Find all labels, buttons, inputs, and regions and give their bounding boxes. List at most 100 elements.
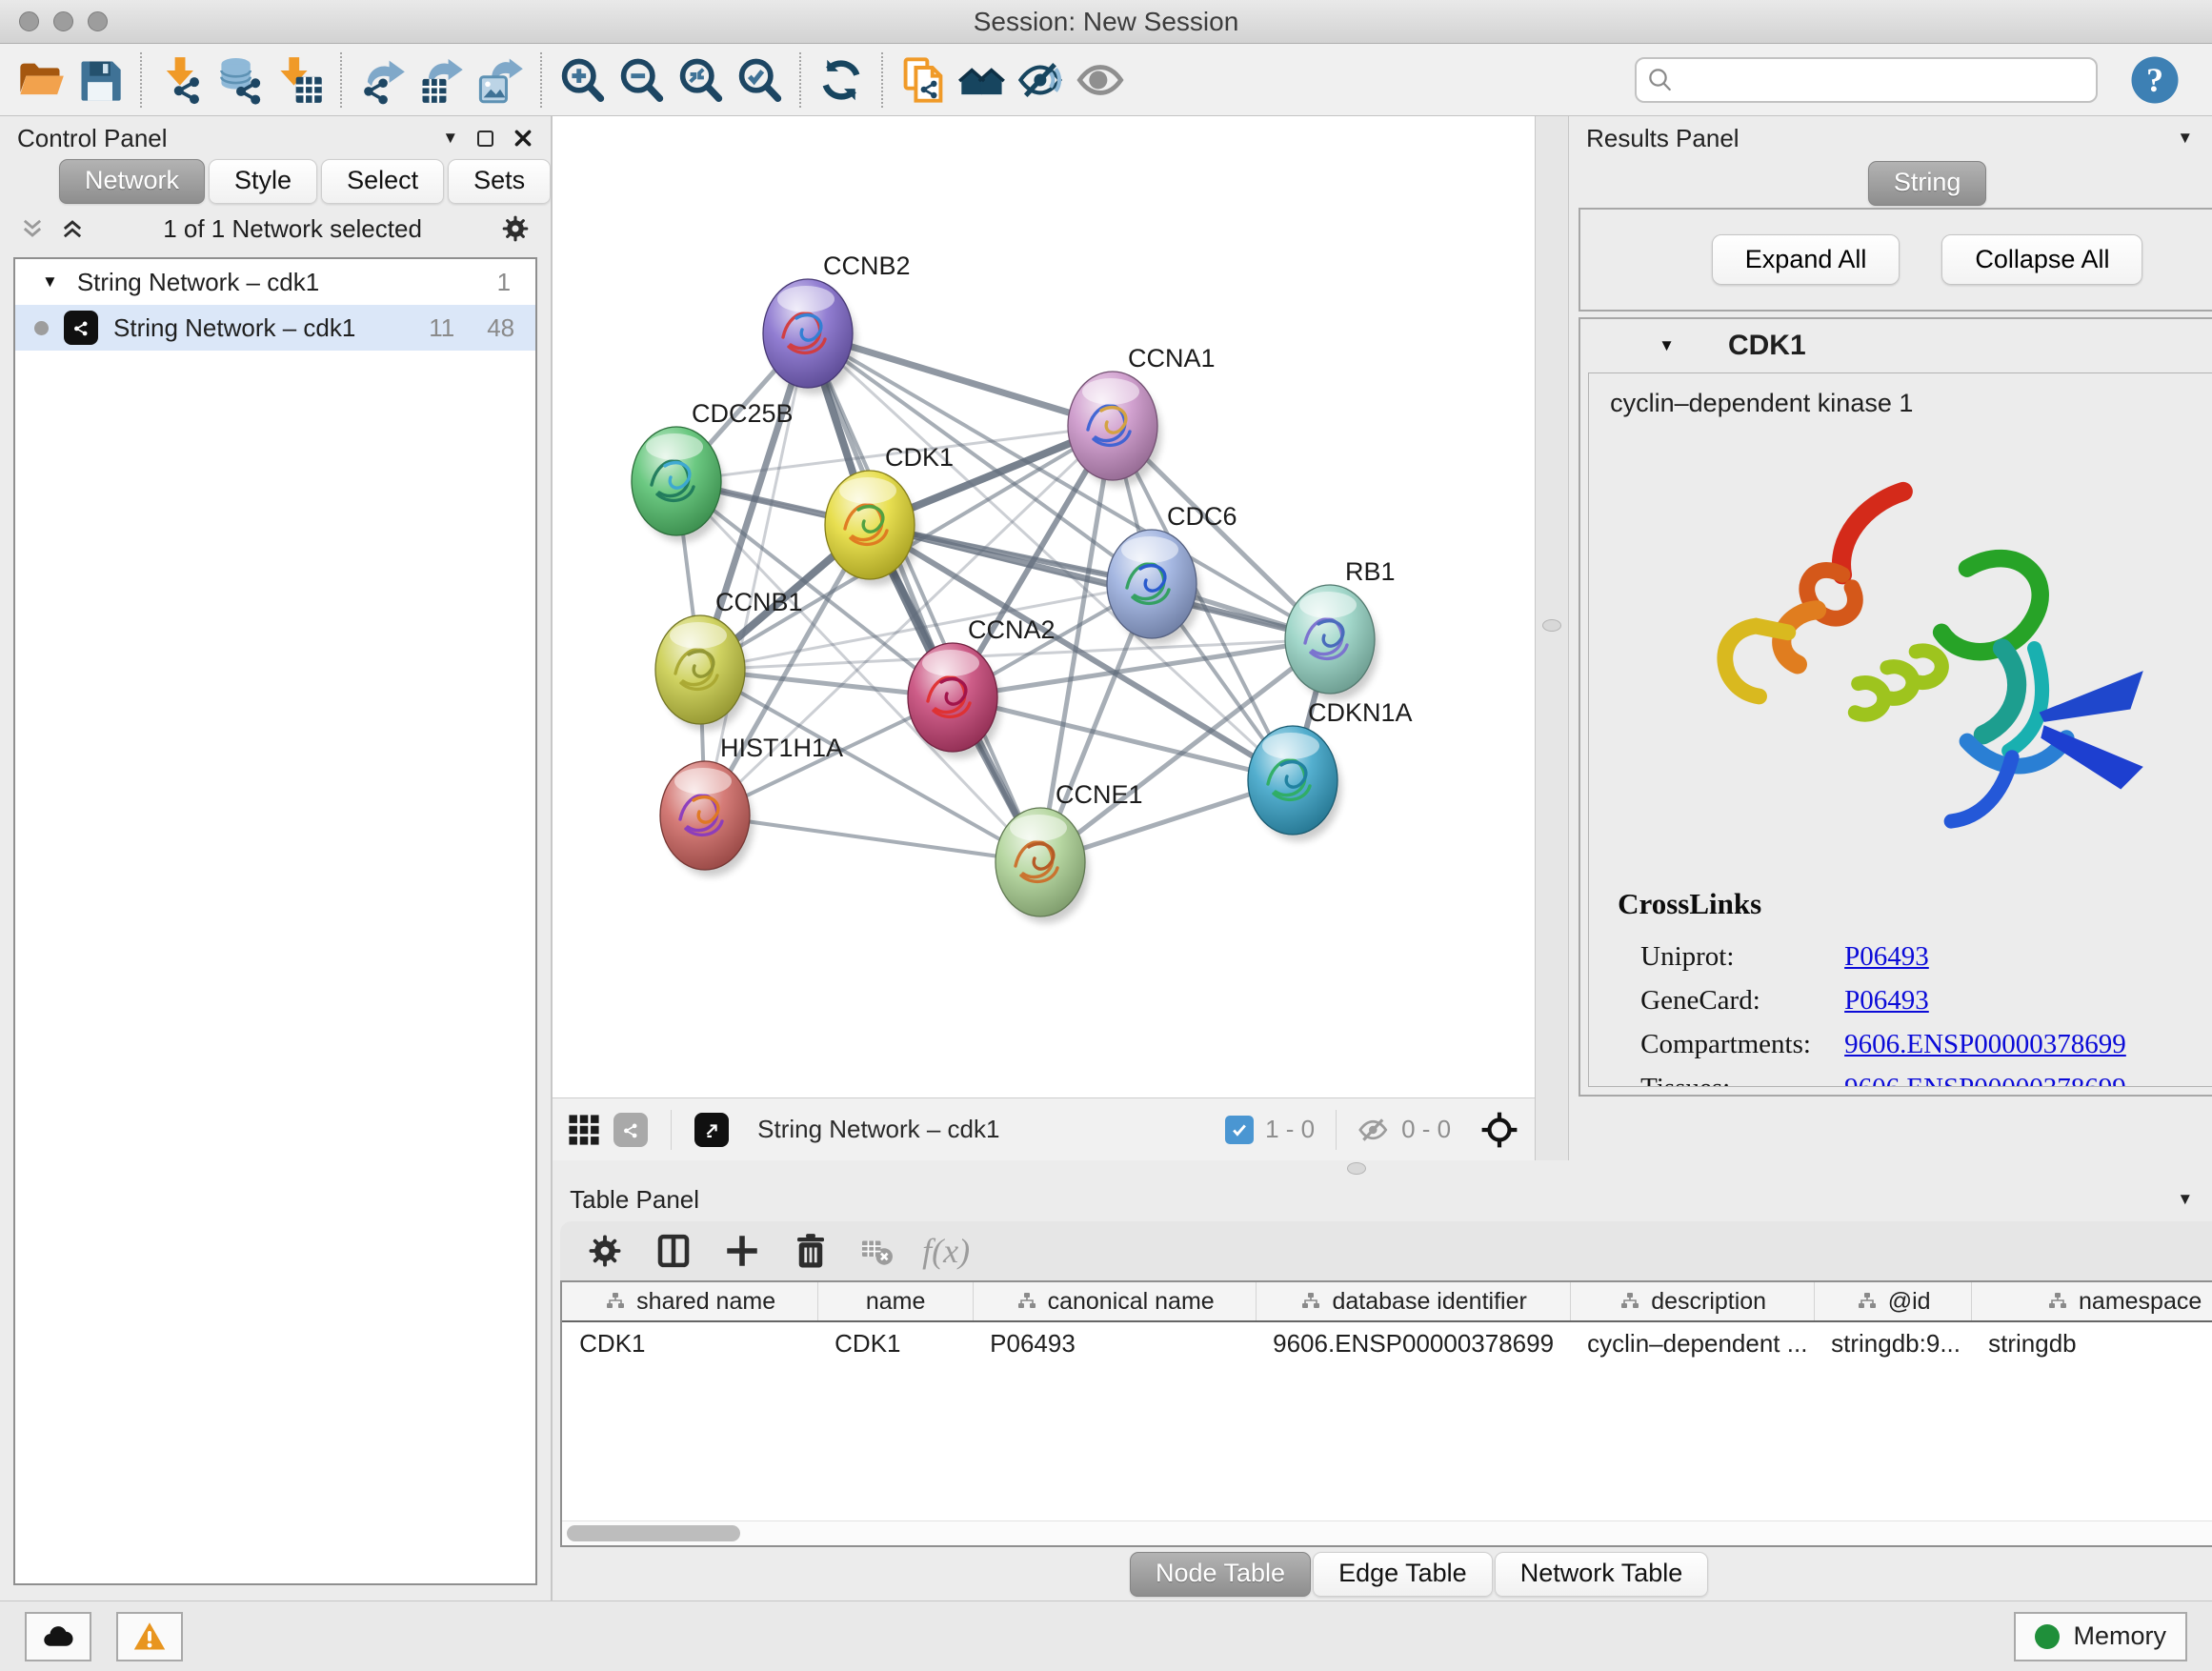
import-network-icon bbox=[157, 55, 207, 105]
network-node-CCNB2[interactable]: CCNB2 bbox=[763, 252, 911, 394]
control-panel-tabs: NetworkStyleSelectSets bbox=[0, 160, 551, 204]
warning-icon bbox=[132, 1620, 167, 1654]
status-bar: Memory bbox=[0, 1601, 2212, 1671]
zoom-in-icon bbox=[557, 55, 607, 105]
crosslink-link[interactable]: 9606.ENSP00000378699 bbox=[1844, 1073, 2126, 1088]
table-panel: Table Panel ▼ bbox=[553, 1178, 2212, 1601]
zoom-selected-button[interactable] bbox=[730, 50, 789, 111]
eye-icon bbox=[1076, 55, 1125, 105]
collapse-all-button[interactable]: Collapse All bbox=[1941, 234, 2142, 285]
edge-count: 48 bbox=[487, 313, 514, 343]
show-columns-icon[interactable] bbox=[654, 1231, 694, 1271]
hide-selected-button[interactable] bbox=[1012, 50, 1071, 111]
export-image-button[interactable] bbox=[471, 50, 530, 111]
expand-all-icon[interactable] bbox=[59, 215, 86, 242]
table-hscrollbar[interactable] bbox=[562, 1520, 2212, 1545]
network-node-RB1[interactable]: RB1 bbox=[1285, 557, 1396, 700]
entry-disclosure-icon[interactable]: ▼ bbox=[1659, 336, 1675, 355]
right-splitter[interactable] bbox=[1535, 116, 1569, 1160]
crosslink-link[interactable]: P06493 bbox=[1844, 941, 1929, 973]
grid-view-icon[interactable] bbox=[568, 1114, 600, 1146]
expand-all-button[interactable]: Expand All bbox=[1712, 234, 1900, 285]
tab-sets[interactable]: Sets bbox=[448, 159, 551, 204]
network-edge[interactable] bbox=[808, 333, 1040, 862]
panel-menu-icon[interactable]: ▼ bbox=[2177, 129, 2193, 148]
collapse-all-icon[interactable] bbox=[19, 215, 46, 242]
cloud-button[interactable] bbox=[25, 1612, 91, 1661]
add-column-icon[interactable] bbox=[722, 1231, 762, 1271]
crosslink-link[interactable]: 9606.ENSP00000378699 bbox=[1844, 1029, 2126, 1060]
network-edge[interactable] bbox=[705, 815, 1040, 862]
search-input[interactable] bbox=[1682, 66, 2063, 93]
toolbar-separator bbox=[140, 52, 142, 108]
network-canvas[interactable]: CCNB2 CCNA1 CDC25B CDK1 bbox=[553, 116, 1535, 1097]
zoom-fit-button[interactable] bbox=[671, 50, 730, 111]
network-node-HIST1H1A[interactable]: HIST1H1A bbox=[660, 734, 843, 876]
column-header-name[interactable]: name bbox=[817, 1282, 973, 1320]
gear-icon[interactable] bbox=[499, 212, 532, 245]
float-panel-icon[interactable] bbox=[477, 131, 493, 147]
import-network-database-button[interactable] bbox=[211, 50, 271, 111]
import-network-file-button[interactable] bbox=[152, 50, 211, 111]
main-toolbar: ? bbox=[0, 44, 2212, 116]
export-table-button[interactable] bbox=[412, 50, 471, 111]
first-neighbors-button[interactable] bbox=[953, 50, 1012, 111]
save-session-button[interactable] bbox=[70, 50, 130, 111]
delete-column-trash-icon[interactable] bbox=[791, 1231, 831, 1271]
tab-string[interactable]: String bbox=[1868, 161, 1987, 206]
node-count: 11 bbox=[429, 313, 454, 343]
column-header-namespace[interactable]: namespace bbox=[1971, 1282, 2212, 1320]
save-icon bbox=[75, 55, 125, 105]
tab-network-table[interactable]: Network Table bbox=[1495, 1552, 1709, 1597]
network-node-CCNB1[interactable]: CCNB1 bbox=[655, 588, 803, 731]
help-button[interactable]: ? bbox=[2128, 53, 2182, 107]
table-cell: 9606.ENSP00000378699 bbox=[1256, 1322, 1570, 1364]
selected-checkbox-icon[interactable] bbox=[1225, 1116, 1254, 1144]
zoom-in-button[interactable] bbox=[553, 50, 612, 111]
memory-button[interactable]: Memory bbox=[2014, 1612, 2187, 1661]
zoom-out-button[interactable] bbox=[612, 50, 671, 111]
export-table-icon bbox=[416, 55, 466, 105]
network-row-selected[interactable]: String Network – cdk1 11 48 bbox=[15, 305, 535, 351]
clone-network-button[interactable] bbox=[894, 50, 953, 111]
tab-style[interactable]: Style bbox=[209, 159, 317, 204]
open-session-button[interactable] bbox=[11, 50, 70, 111]
splitter-handle[interactable] bbox=[1347, 1162, 1366, 1175]
network-node-CDKN1A[interactable]: CDKN1A bbox=[1248, 698, 1413, 841]
tab-select[interactable]: Select bbox=[321, 159, 444, 204]
network-node-CCNE1[interactable]: CCNE1 bbox=[995, 780, 1143, 923]
warnings-button[interactable] bbox=[116, 1612, 183, 1661]
table-settings-gear-icon[interactable] bbox=[585, 1231, 625, 1271]
show-all-button[interactable] bbox=[1071, 50, 1130, 111]
column-header-@id[interactable]: @id bbox=[1814, 1282, 1971, 1320]
crosslink-link[interactable]: P06493 bbox=[1844, 985, 1929, 1017]
network-node-CCNA1[interactable]: CCNA1 bbox=[1068, 344, 1216, 487]
tab-node-table[interactable]: Node Table bbox=[1130, 1552, 1311, 1597]
column-header-canonical-name[interactable]: canonical name bbox=[973, 1282, 1256, 1320]
function-builder-icon: f(x) bbox=[922, 1231, 970, 1271]
panel-menu-icon[interactable]: ▼ bbox=[442, 129, 458, 148]
birdseye-crosshair-icon[interactable] bbox=[1479, 1110, 1519, 1150]
entry-header[interactable]: ▼ CDK1 bbox=[1580, 319, 2212, 372]
network-edge[interactable] bbox=[870, 525, 1330, 639]
splitter-handle[interactable] bbox=[1542, 619, 1561, 632]
scrollbar-thumb[interactable] bbox=[567, 1525, 740, 1541]
table-row[interactable]: CDK1CDK1P064939606.ENSP00000378699cyclin… bbox=[562, 1322, 2212, 1364]
tab-network[interactable]: Network bbox=[59, 159, 205, 204]
export-network-button[interactable] bbox=[352, 50, 412, 111]
horizontal-splitter[interactable] bbox=[553, 1160, 2212, 1178]
panel-menu-icon[interactable]: ▼ bbox=[2177, 1190, 2193, 1209]
import-table-file-button[interactable] bbox=[271, 50, 330, 111]
close-panel-icon[interactable] bbox=[513, 128, 533, 149]
column-header-shared-name[interactable]: shared name bbox=[562, 1282, 817, 1320]
column-header-description[interactable]: description bbox=[1570, 1282, 1814, 1320]
collection-disclosure-icon[interactable]: ▼ bbox=[42, 272, 58, 292]
column-header-database-identifier[interactable]: database identifier bbox=[1256, 1282, 1570, 1320]
network-badge-icon[interactable] bbox=[613, 1113, 648, 1147]
tab-edge-table[interactable]: Edge Table bbox=[1313, 1552, 1493, 1597]
crosslink-row: GeneCard:P06493 bbox=[1618, 978, 2212, 1022]
network-collection-row[interactable]: ▼ String Network – cdk1 1 bbox=[15, 259, 535, 305]
crosslink-row: Compartments:9606.ENSP00000378699 bbox=[1618, 1022, 2212, 1066]
detach-view-icon[interactable] bbox=[694, 1113, 729, 1147]
refresh-button[interactable] bbox=[812, 50, 871, 111]
